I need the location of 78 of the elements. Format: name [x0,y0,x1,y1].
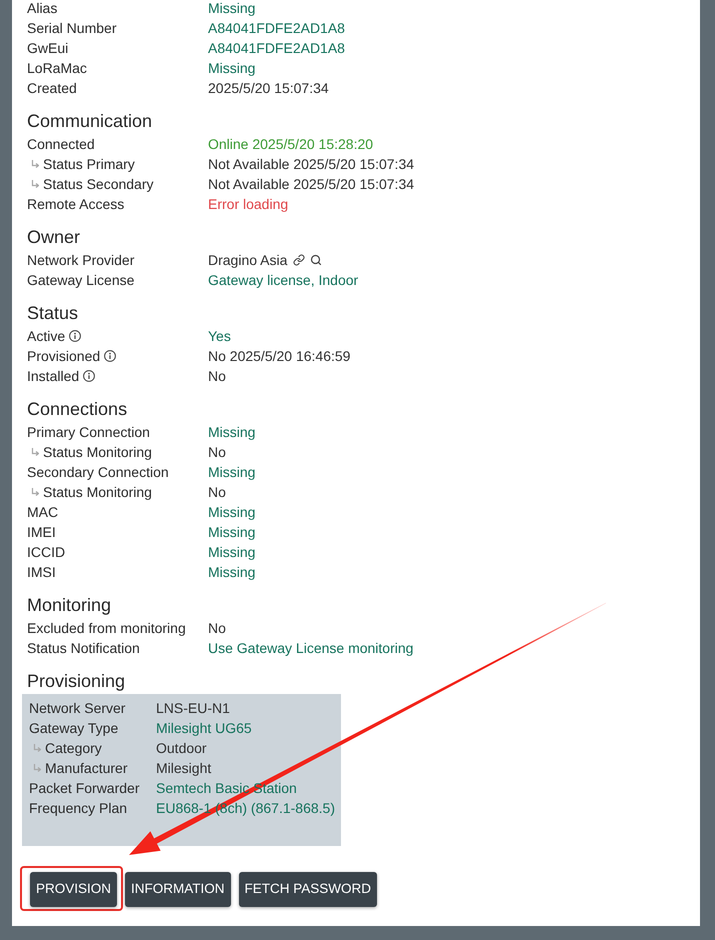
subitem-arrow-icon [31,160,39,168]
field-value: Missing [208,563,256,582]
field-label: Gateway License [27,271,134,290]
field-label: Status Secondary [43,175,154,194]
action-button[interactable]: PROVISION [30,872,118,907]
field-label: Category [45,739,102,758]
field-label: Network Server [29,699,126,718]
subitem-arrow-icon [33,744,41,752]
field-label: Gateway Type [29,719,118,738]
field-value: A84041FDFE2AD1A8 [208,39,345,58]
subitem-arrow-icon [31,448,39,456]
field-value: No [208,367,226,386]
field-value: Missing [208,503,256,522]
field-label: Secondary Connection [27,463,169,482]
field-value: Not Available 2025/5/20 15:07:34 [208,155,414,174]
field-value: 2025/5/20 15:07:34 [208,79,329,98]
field-value: Online 2025/5/20 15:28:20 [208,135,374,154]
field-label: Connected [27,135,95,154]
field-value: Outdoor [156,739,207,758]
section-heading: Owner [27,226,82,249]
link-icon[interactable] [293,254,306,266]
field-label: IMEI [27,523,56,542]
field-label: Serial Number [27,19,116,38]
subitem-arrow-icon [33,764,41,772]
field-value: Yes [208,327,231,346]
section-heading: Status [27,302,80,325]
info-icon[interactable] [104,350,116,362]
field-label: Primary Connection [27,423,150,442]
field-value: Missing [208,59,256,78]
field-value: Milesight [156,759,212,778]
field-value: No [208,443,226,462]
field-label: Installed [27,367,80,386]
field-value: Milesight UG65 [156,719,252,738]
field-label: LoRaMac [27,59,87,78]
field-label: Provisioned [27,347,100,366]
field-value: Missing [208,463,256,482]
field-label: Active [27,327,66,346]
field-label: Created [27,79,77,98]
action-button[interactable]: FETCH PASSWORD [238,872,378,907]
field-label: GwEui [27,39,68,58]
field-value: Error loading [208,195,288,214]
info-icon[interactable] [69,330,82,342]
field-label: Status Notification [27,639,140,658]
field-label: Packet Forwarder [29,779,140,798]
field-label: Network Provider [27,251,134,270]
field-label: IMSI [27,563,56,582]
field-label: ICCID [27,543,66,562]
field-value: Missing [208,543,256,562]
field-value: Gateway license, Indoor [208,271,358,290]
field-label: Remote Access [27,195,124,214]
field-value: A84041FDFE2AD1A8 [208,19,345,38]
field-value: No 2025/5/20 16:46:59 [208,347,350,366]
field-label: Manufacturer [45,759,128,778]
field-value: Dragino Asia [208,251,288,270]
search-icon[interactable] [310,254,322,266]
field-value: Not Available 2025/5/20 15:07:34 [208,175,414,194]
field-value: No [208,483,226,502]
field-value: LNS-EU-N1 [156,699,230,718]
field-label: Frequency Plan [29,799,128,818]
field-value: Use Gateway License monitoring [208,639,414,658]
section-heading: Communication [27,110,154,133]
field-value: Missing [208,423,256,442]
field-label: Alias [27,0,58,18]
action-button[interactable]: INFORMATION [125,872,231,907]
section-heading: Connections [27,398,128,421]
section-heading: Monitoring [27,594,112,617]
field-label: Excluded from monitoring [27,619,186,638]
subitem-arrow-icon [31,488,39,496]
info-icon[interactable] [83,370,96,382]
field-value: Missing [208,523,256,542]
subitem-arrow-icon [31,180,39,188]
field-value: No [208,619,226,638]
section-heading: Provisioning [27,670,126,693]
field-label: Status Monitoring [43,443,152,462]
field-label: Status Primary [43,155,135,174]
field-label: Status Monitoring [43,483,152,502]
field-label: MAC [27,503,58,522]
field-value: Missing [208,0,256,18]
